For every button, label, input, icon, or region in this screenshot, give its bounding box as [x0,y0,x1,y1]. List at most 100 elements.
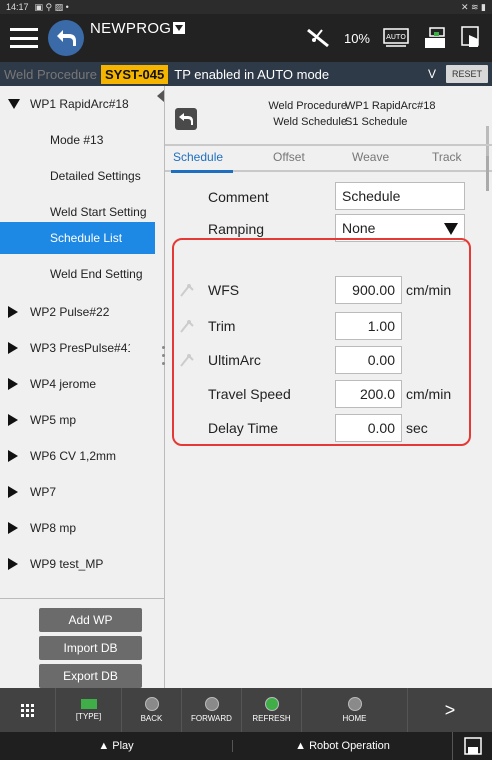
comment-field[interactable]: Schedule [335,182,465,210]
add-wp-button[interactable]: Add WP [39,608,142,632]
tab-bar: Schedule Offset Weave Track [165,144,492,173]
tree-item-wp5[interactable]: WP5 mp [0,402,155,438]
system-status-bar: 14:17 ▣ ⚲ ▨ • ✕ ≋ ▮ [0,0,492,14]
tree-item-wp6[interactable]: WP6 CV 1,2mm [0,438,155,474]
ramping-value: None [342,220,376,236]
speed-override[interactable]: 10% [344,31,370,46]
travel-speed-label: Travel Speed [208,386,291,402]
collapsed-icon [8,378,18,390]
header-values: WP1 RapidArc#18 S1 Schedule [345,98,436,130]
type-button[interactable]: [TYPE] [56,688,122,732]
weld-procedure-tree: WP1 RapidArc#18 Mode #13 Detailed Settin… [0,86,165,688]
link-icon[interactable] [179,352,201,368]
play-button[interactable]: ▲ Play [0,740,232,752]
content-scrollbar[interactable] [486,156,489,191]
travel-speed-unit: cm/min [406,386,452,402]
wfs-field[interactable]: 900.00 [335,276,402,304]
collapsed-icon [8,558,18,570]
delay-time-field[interactable]: 0.00 [335,414,402,442]
clock: 14:17 [6,2,29,12]
tab-offset[interactable]: Offset [273,150,305,164]
pendant-icon[interactable] [422,26,448,50]
tree-item-mode[interactable]: Mode #13 [0,122,155,158]
robot-arm-icon[interactable] [304,26,332,50]
tree-item-wp9[interactable]: WP9 test_MP [0,546,155,582]
tree-item-schedule-list[interactable]: Schedule List [0,222,155,254]
back-arrow-icon [179,113,193,125]
weld-procedure-value: WP1 RapidArc#18 [345,100,436,112]
ultimarc-label: UltimArc [208,352,261,368]
tab-track[interactable]: Track [432,150,462,164]
tree-item-wp2[interactable]: WP2 Pulse#22 [0,294,155,330]
type-icon [80,699,97,709]
travel-speed-field[interactable]: 200.0 [335,380,402,408]
comment-label: Comment [208,189,269,205]
collapsed-icon [8,306,18,318]
import-db-button[interactable]: Import DB [39,636,142,660]
back-icon [144,697,159,711]
highlight-box [172,238,471,446]
alarm-code-badge[interactable]: SYST-045 [100,64,169,84]
save-button[interactable] [452,732,492,760]
touch-icon[interactable] [460,25,482,51]
tree-item-wp3[interactable]: WP3 PresPulse#41 [0,330,155,366]
collapsed-icon [8,342,18,354]
weld-procedure-key: Weld Procedure [268,100,347,112]
wfs-unit: cm/min [406,282,452,298]
collapsed-icon [8,450,18,462]
forward-button[interactable]: FORWARD [182,688,242,732]
tree-item-wp7[interactable]: WP7 [0,474,155,510]
back-toolbar-button[interactable]: BACK [122,688,182,732]
forward-icon [204,697,219,711]
wfs-label: WFS [208,282,240,298]
schedule-detail-panel: Weld Procedure Weld Schedule WP1 RapidAr… [165,86,492,688]
header-keys: Weld Procedure Weld Schedule [268,98,347,130]
ramping-label: Ramping [208,221,265,237]
tree-item-detailed-settings[interactable]: Detailed Settings [0,158,155,194]
weld-schedule-value: S1 Schedule [345,116,408,128]
bottom-toolbar: [TYPE] BACK FORWARD REFRESH HOME > [0,688,492,732]
panel-back-button[interactable] [175,108,197,130]
next-page-button[interactable]: > [408,688,492,732]
home-button[interactable]: HOME [302,688,408,732]
link-icon[interactable] [179,282,201,298]
alarm-message: TP enabled in AUTO mode [174,66,330,82]
alarm-banner: Weld Procedure SYST-045 TP enabled in AU… [0,62,492,86]
footer-bar: ▲ Play ▲ Robot Operation [0,732,492,760]
back-arrow-icon [57,30,76,46]
expanded-icon [8,99,20,109]
active-tab-indicator [171,170,233,173]
collapsed-icon [8,414,18,426]
app-bar: NEWPROG 10% AUTO [0,14,492,62]
collapsed-icon [8,522,18,534]
collapse-panel-icon[interactable] [157,90,164,102]
tree-item-wp8[interactable]: WP8 mp [0,510,155,546]
menu-icon[interactable] [8,24,40,52]
apps-button[interactable] [0,688,56,732]
program-selector[interactable]: NEWPROG [90,20,186,37]
trim-label: Trim [208,318,236,334]
grid-icon [21,703,34,717]
auto-mode-icon[interactable]: AUTO [382,27,410,49]
tab-schedule[interactable]: Schedule [173,150,223,164]
banner-context-label: Weld Procedure [4,66,97,82]
refresh-button[interactable]: REFRESH [242,688,302,732]
trim-field[interactable]: 1.00 [335,312,402,340]
dropdown-icon [173,22,186,34]
export-db-button[interactable]: Export DB [39,664,142,688]
tree-item-wp4[interactable]: WP4 jerome [0,366,155,402]
save-icon [463,737,482,755]
ultimarc-field[interactable]: 0.00 [335,346,402,374]
collapsed-icon [8,486,18,498]
tree-item-wp1[interactable]: WP1 RapidArc#18 [0,86,155,122]
tab-weave[interactable]: Weave [352,150,389,164]
expand-alarms-button[interactable]: V [428,67,436,81]
back-button[interactable] [48,20,84,56]
tree-item-weld-end-setting[interactable]: Weld End Setting [0,256,155,292]
robot-operation-button[interactable]: ▲ Robot Operation [232,740,452,752]
home-icon [347,697,362,711]
notification-icons: ▣ ⚲ ▨ • [34,1,69,12]
link-icon[interactable] [179,318,201,334]
delay-time-label: Delay Time [208,420,279,436]
reset-button[interactable]: RESET [445,65,488,83]
